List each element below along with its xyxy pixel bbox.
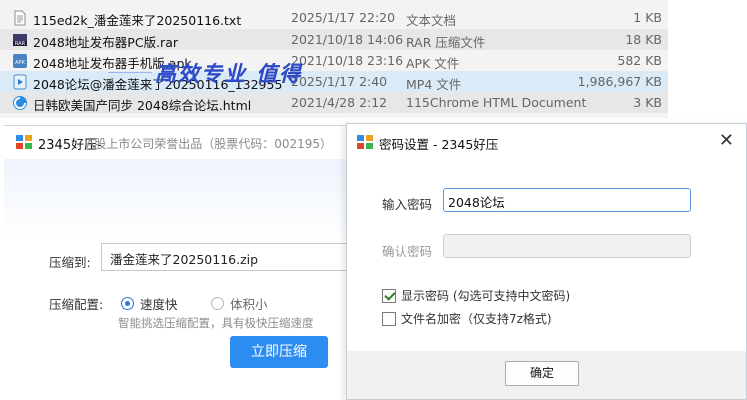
radio-speed-fast-label: 速度快 xyxy=(140,297,178,312)
show-password-checkbox[interactable]: 显示密码 (勾选可支持中文密码) xyxy=(382,287,570,304)
confirm-password-input[interactable] xyxy=(443,234,691,258)
config-hint: 智能挑选压缩配置，具有极快压缩速度 xyxy=(118,316,314,330)
radio-unchecked-icon xyxy=(211,297,224,310)
radio-size-small-label: 体积小 xyxy=(230,297,268,312)
file-type: RAR 压缩文件 xyxy=(406,35,486,50)
file-size: 18 KB xyxy=(625,32,662,47)
file-type: 115Chrome HTML Document xyxy=(406,95,587,110)
file-size: 582 KB xyxy=(617,53,662,68)
compress-path-input[interactable]: 潘金莲来了20250116.zip xyxy=(101,243,351,271)
file-date: 2025/1/17 2:40 xyxy=(291,74,388,89)
compress-now-button[interactable]: 立即压缩 xyxy=(230,336,328,368)
compress-config-label: 压缩配置: xyxy=(49,297,104,312)
password-dialog-footer: 确定 xyxy=(347,351,746,399)
mp4-file-icon xyxy=(13,74,27,90)
svg-text:RAR: RAR xyxy=(15,41,26,47)
main-titlebar[interactable]: 2345好压- A股上市公司荣誉出品（股票代码：002195） xyxy=(4,126,350,158)
banner xyxy=(4,159,350,239)
password-dialog-title: 密码设置 - 2345好压 xyxy=(379,137,499,152)
password-label: 输入密码 xyxy=(382,197,433,212)
file-size: 3 KB xyxy=(633,95,662,110)
file-list: 115ed2k_潘金莲来了20250116.txt 2025/1/17 22:2… xyxy=(0,0,668,118)
file-type: APK 文件 xyxy=(406,56,460,71)
file-type: 文本文档 xyxy=(406,13,457,28)
confirm-password-label: 确认密码 xyxy=(382,244,433,259)
show-password-label: 显示密码 (勾选可支持中文密码) xyxy=(401,289,571,303)
radio-size-small[interactable]: 体积小 xyxy=(211,294,268,313)
password-input[interactable]: 2048论坛 xyxy=(443,188,691,212)
encrypt-filenames-checkbox[interactable]: 文件名加密（仅支持7z格式) xyxy=(382,310,552,327)
rar-file-icon: RAR xyxy=(13,34,27,47)
file-date: 2021/10/18 14:06 xyxy=(291,32,404,47)
file-name: 115ed2k_潘金莲来了20250116.txt xyxy=(33,13,242,28)
radio-speed-fast[interactable]: 速度快 xyxy=(121,294,178,313)
password-dialog: 密码设置 - 2345好压 ✕ 输入密码 2048论坛 确认密码 显示密码 (勾… xyxy=(346,123,747,400)
file-row[interactable]: APK 2048地址发布器手机版.apk 2021/10/18 23:16 AP… xyxy=(0,50,668,71)
encrypt-filenames-label: 文件名加密（仅支持7z格式) xyxy=(401,312,552,326)
svg-text:APK: APK xyxy=(15,60,25,66)
radio-checked-icon xyxy=(121,297,134,310)
ok-button[interactable]: 确定 xyxy=(505,361,579,386)
banner-slogan: 高效专业 值得 xyxy=(155,58,302,88)
banner-divider xyxy=(108,72,152,73)
file-type: MP4 文件 xyxy=(406,77,462,92)
text-file-icon xyxy=(14,10,26,26)
file-date: 2021/10/18 23:16 xyxy=(291,53,404,68)
main-window-subtitle: A股上市公司荣誉出品（股票代码：002195） xyxy=(86,137,333,151)
file-name: 2048地址发布器PC版.rar xyxy=(33,35,178,50)
html-file-icon xyxy=(13,96,27,110)
file-size: 1,986,967 KB xyxy=(577,74,662,89)
file-row[interactable]: 日韩欧美国产同步 2048综合论坛.html 2021/4/28 2:12 11… xyxy=(0,92,668,113)
file-date: 2021/4/28 2:12 xyxy=(291,95,388,110)
haozip-logo-icon xyxy=(16,135,32,149)
checkbox-unchecked-icon xyxy=(382,311,396,326)
haozip-logo-icon xyxy=(357,135,373,149)
file-size: 1 KB xyxy=(633,10,662,25)
apk-file-icon: APK xyxy=(13,54,27,68)
password-dialog-titlebar[interactable]: 密码设置 - 2345好压 ✕ xyxy=(347,124,746,160)
file-name: 日韩欧美国产同步 2048综合论坛.html xyxy=(33,98,252,113)
file-row[interactable]: RAR 2048地址发布器PC版.rar 2021/10/18 14:06 RA… xyxy=(0,29,668,50)
compress-to-label: 压缩到: xyxy=(49,255,91,270)
checkbox-checked-icon xyxy=(382,288,396,303)
file-date: 2025/1/17 22:20 xyxy=(291,10,396,25)
file-row-selected[interactable]: 2048论坛@潘金莲来了20250116_132955... 2025/1/17… xyxy=(0,71,668,92)
close-icon[interactable]: ✕ xyxy=(719,131,734,151)
file-row[interactable]: 115ed2k_潘金莲来了20250116.txt 2025/1/17 22:2… xyxy=(0,7,668,28)
